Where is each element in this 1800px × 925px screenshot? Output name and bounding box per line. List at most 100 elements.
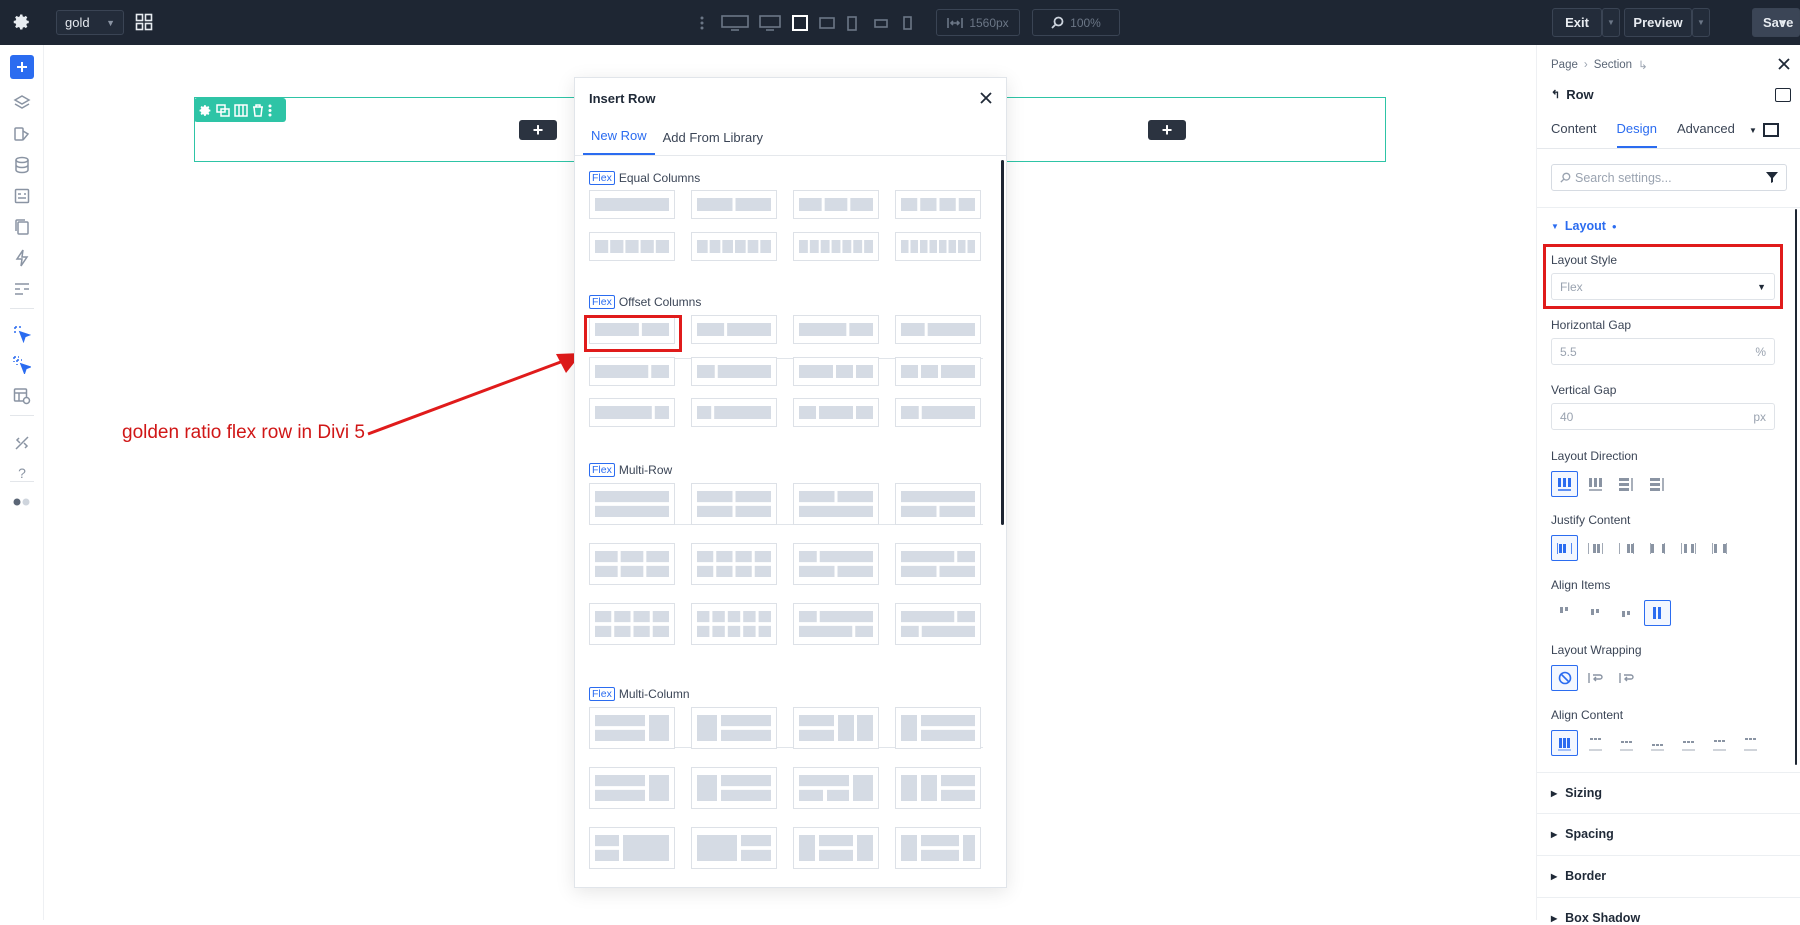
horizontal-gap-input[interactable]: 5.5 % <box>1551 338 1775 365</box>
layout-direction-option-icon[interactable] <box>1613 471 1640 497</box>
layout-settings-icon[interactable] <box>10 384 34 408</box>
filter-icon[interactable] <box>1766 171 1778 183</box>
row-layout-option[interactable] <box>589 827 675 869</box>
row-layout-option[interactable] <box>895 707 981 749</box>
align-content-option-icon[interactable] <box>1675 730 1702 756</box>
align-content-option-icon[interactable] <box>1644 730 1671 756</box>
laptop-view-icon[interactable] <box>790 12 810 34</box>
justify-content-option-icon[interactable] <box>1675 535 1702 561</box>
row-layout-option[interactable] <box>691 232 777 261</box>
row-layout-option[interactable] <box>691 543 777 585</box>
row-layout-option[interactable] <box>793 603 879 645</box>
tablet-view-icon[interactable] <box>844 12 860 34</box>
justify-content-option-icon[interactable] <box>1582 535 1609 561</box>
row-layout-option[interactable] <box>589 543 675 585</box>
tab-content[interactable]: Content <box>1551 121 1597 148</box>
theme-customizer-icon[interactable] <box>10 122 34 146</box>
row-layout-option[interactable] <box>895 827 981 869</box>
align-items-option-icon[interactable] <box>1551 600 1578 626</box>
border-group-toggle[interactable]: ▶ Border <box>1551 869 1606 883</box>
layers-icon[interactable] <box>10 91 34 115</box>
row-layout-option[interactable] <box>895 357 981 386</box>
row-layout-option[interactable] <box>895 483 981 525</box>
row-more-vertical-icon[interactable] <box>268 104 272 117</box>
desktop-view-icon[interactable] <box>758 12 782 34</box>
preview-menu-chevron-icon[interactable]: ▼ <box>1692 8 1710 37</box>
align-content-option-icon[interactable] <box>1582 730 1609 756</box>
align-content-option-icon[interactable] <box>1737 730 1764 756</box>
row-layout-option[interactable] <box>589 767 675 809</box>
canvas-width-control[interactable]: 1560px <box>936 9 1020 36</box>
layout-wrapping-option-icon[interactable] <box>1582 665 1609 691</box>
add-module-button[interactable]: + <box>1148 120 1186 140</box>
more-vertical-icon[interactable] <box>694 12 710 34</box>
phone-view-icon[interactable] <box>899 12 915 34</box>
breadcrumb-section[interactable]: Section <box>1594 59 1632 71</box>
row-delete-trash-icon[interactable] <box>252 103 264 117</box>
row-layout-option[interactable] <box>895 190 981 219</box>
row-layout-option[interactable] <box>793 767 879 809</box>
row-layout-option[interactable] <box>793 315 879 344</box>
tab-add-from-library[interactable]: Add From Library <box>655 130 771 155</box>
justify-content-option-icon[interactable] <box>1644 535 1671 561</box>
zoom-control[interactable]: 100% <box>1032 9 1120 36</box>
row-layout-option[interactable] <box>793 707 879 749</box>
close-icon[interactable] <box>980 92 992 104</box>
add-module-button[interactable]: + <box>519 120 557 140</box>
align-content-option-icon[interactable] <box>1613 730 1640 756</box>
multi-select-icon[interactable] <box>10 353 34 377</box>
vertical-gap-input[interactable]: 40 px <box>1551 403 1775 430</box>
row-layout-option[interactable] <box>793 190 879 219</box>
row-duplicate-icon[interactable] <box>216 103 230 117</box>
spacing-group-toggle[interactable]: ▶ Spacing <box>1551 827 1614 841</box>
align-content-option-icon[interactable] <box>1551 730 1578 756</box>
row-layout-option[interactable] <box>589 603 675 645</box>
panel-options-icon[interactable] <box>1775 88 1791 102</box>
layout-direction-option-icon[interactable] <box>1582 471 1609 497</box>
search-settings-input[interactable]: Search settings... <box>1551 164 1787 191</box>
row-layout-option[interactable] <box>793 543 879 585</box>
tab-design[interactable]: Design <box>1616 121 1658 148</box>
phone-landscape-view-icon[interactable] <box>872 12 890 34</box>
wide-desktop-view-icon[interactable] <box>720 12 750 34</box>
row-layout-option[interactable] <box>895 315 981 344</box>
row-layout-option[interactable] <box>793 357 879 386</box>
row-layout-option[interactable] <box>589 707 675 749</box>
sizing-group-toggle[interactable]: ▶ Sizing <box>1551 786 1602 800</box>
page-settings-icon[interactable] <box>10 184 34 208</box>
view-mode-square-icon[interactable] <box>1762 123 1779 137</box>
row-layout-option[interactable] <box>589 232 675 261</box>
row-layout-option[interactable] <box>691 767 777 809</box>
breadcrumb-page[interactable]: Page <box>1551 59 1578 71</box>
row-layout-option[interactable] <box>691 603 777 645</box>
row-layout-option[interactable] <box>895 398 981 427</box>
toggle-icon[interactable] <box>10 490 34 514</box>
row-layout-option[interactable] <box>691 398 777 427</box>
layout-wrapping-option-icon[interactable] <box>1613 665 1640 691</box>
row-layout-option[interactable] <box>589 398 675 427</box>
tab-new-row[interactable]: New Row <box>583 128 655 155</box>
settings-gear-icon[interactable] <box>10 10 34 34</box>
row-layout-option[interactable] <box>691 827 777 869</box>
layout-wrapping-option-icon[interactable] <box>1551 665 1578 691</box>
justify-content-option-icon[interactable] <box>1706 535 1733 561</box>
lightning-icon[interactable] <box>10 246 34 270</box>
row-layout-option[interactable] <box>895 603 981 645</box>
align-items-option-icon[interactable] <box>1613 600 1640 626</box>
modal-scrollbar[interactable] <box>1001 160 1004 525</box>
wireframe-grid-icon[interactable] <box>132 10 156 34</box>
row-layout-option[interactable] <box>793 827 879 869</box>
row-layout-option[interactable] <box>793 398 879 427</box>
tablet-landscape-view-icon[interactable] <box>818 12 836 34</box>
back-arrow-icon[interactable]: ↰ <box>1551 88 1560 101</box>
presets-icon[interactable] <box>10 277 34 301</box>
box-shadow-group-toggle[interactable]: ▶ Box Shadow <box>1551 911 1640 925</box>
row-layout-option[interactable] <box>691 190 777 219</box>
row-layout-option[interactable] <box>895 232 981 261</box>
exit-button[interactable]: Exit <box>1552 8 1602 37</box>
row-settings-gear-icon[interactable] <box>199 104 212 117</box>
panel-scrollbar[interactable] <box>1795 209 1797 765</box>
layout-direction-option-icon[interactable] <box>1644 471 1671 497</box>
exit-menu-chevron-icon[interactable]: ▼ <box>1602 8 1620 37</box>
preset-select[interactable]: gold ▼ <box>56 10 124 35</box>
